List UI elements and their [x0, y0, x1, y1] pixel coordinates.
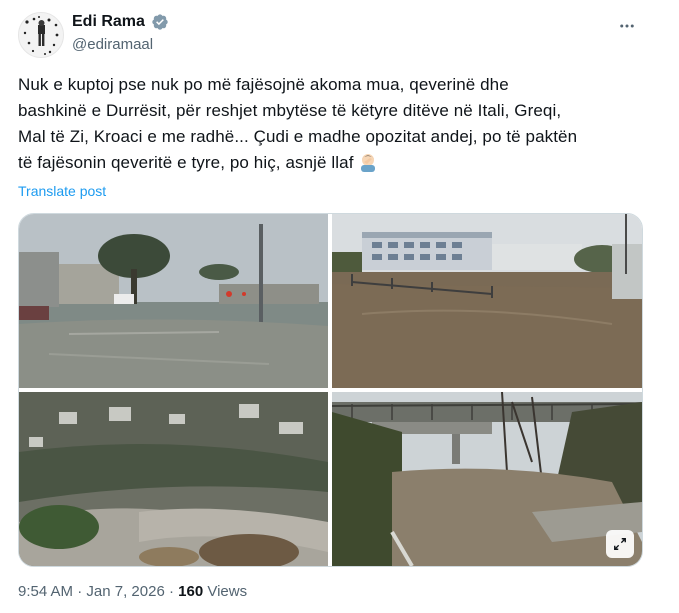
views-label: Views	[207, 583, 248, 600]
translate-post-link[interactable]: Translate post	[18, 183, 106, 199]
photo-flooded-parking[interactable]	[332, 214, 642, 388]
verified-badge-icon	[151, 13, 169, 31]
post-text-line: bashkinë e Durrësit, për reshjet mbytëse…	[18, 101, 562, 120]
post-text-line: të fajësonin qeveritë e tyre, po hiç, as…	[18, 150, 658, 180]
avatar[interactable]	[18, 12, 64, 58]
facepalm-emoji-icon	[358, 152, 378, 180]
post-date[interactable]: Jan 7, 2026	[86, 583, 164, 600]
expand-icon[interactable]	[606, 530, 634, 558]
author-name[interactable]: Edi Rama	[72, 13, 145, 31]
photo-flooded-street[interactable]	[19, 214, 328, 388]
post-text-line: Mal të Zi, Kroaci e me radhë... Çudi e m…	[18, 127, 578, 146]
post-text-line: Nuk e kuptoj pse nuk po më fajësojnë ako…	[18, 75, 509, 94]
meta-separator: ·	[168, 583, 174, 600]
author-handle[interactable]: @ediramaal	[72, 36, 153, 53]
photo-flooded-underpass[interactable]	[332, 392, 642, 566]
post-text: Nuk e kuptoj pse nuk po më fajësojnë ako…	[18, 72, 658, 180]
post-meta: 9:54 AM · Jan 7, 2026 · 160 Views	[18, 583, 247, 600]
views-count[interactable]: 160	[178, 583, 203, 600]
more-options-icon[interactable]	[613, 12, 641, 40]
media-grid[interactable]	[18, 213, 643, 567]
photo-flooded-valley[interactable]	[19, 392, 328, 566]
meta-separator: ·	[77, 583, 83, 600]
post-time[interactable]: 9:54 AM	[18, 583, 73, 600]
